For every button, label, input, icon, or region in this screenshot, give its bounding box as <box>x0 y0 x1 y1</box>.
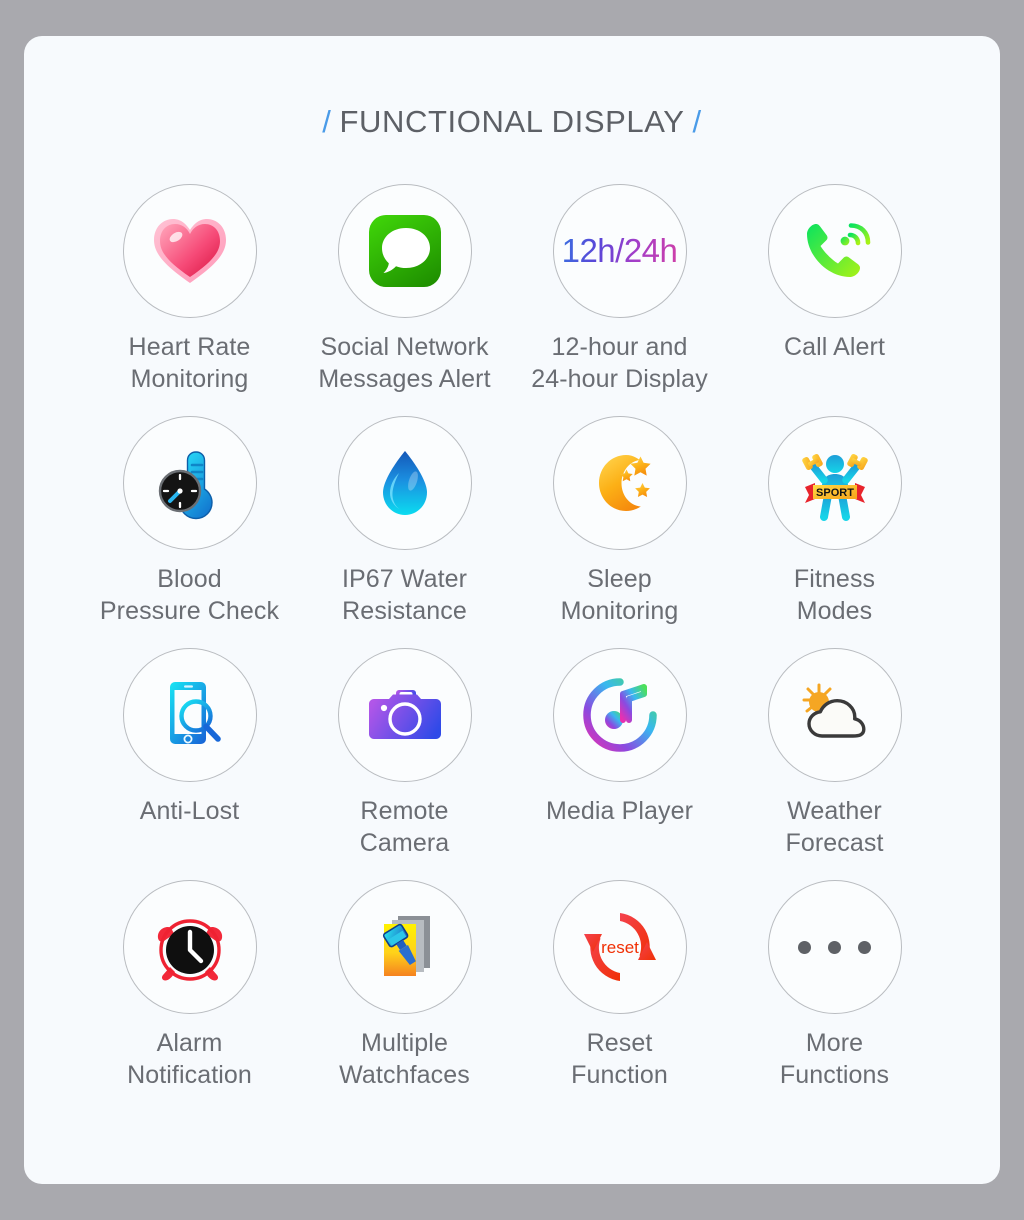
reset-label-text: reset <box>601 938 639 957</box>
phone-call-icon <box>806 223 870 277</box>
feature-label: Sleep Monitoring <box>560 565 679 625</box>
dot <box>828 940 841 954</box>
feature-item-blood-pressure[interactable]: Blood Pressure Check <box>82 416 297 648</box>
icon-circle <box>552 648 687 782</box>
feature-item-more-functions[interactable]: More Functions <box>727 880 942 1112</box>
icon-circle <box>337 880 472 1014</box>
feature-label: Anti-Lost <box>139 797 240 825</box>
icon-circle <box>337 648 472 782</box>
moon-stars-icon <box>598 455 651 511</box>
feature-item-water-resistance[interactable]: IP67 Water Resistance <box>297 416 512 648</box>
feature-label: More Functions <box>779 1029 890 1089</box>
feature-label: 12-hour and 24-hour Display <box>531 333 708 393</box>
feature-label: Alarm Notification <box>127 1029 252 1089</box>
page-title: / FUNCTIONAL DISPLAY / <box>24 104 1000 140</box>
feature-label: Multiple Watchfaces <box>339 1029 470 1089</box>
music-note-ring-icon <box>582 678 657 752</box>
thermometer-gauge-icon <box>158 451 213 520</box>
feature-label: Reset Function <box>571 1029 668 1089</box>
reset-arrows-icon: reset <box>583 913 656 981</box>
dot <box>798 940 811 954</box>
icon-circle <box>552 416 687 550</box>
ellipsis-icon <box>798 940 871 954</box>
heart-icon <box>153 219 226 283</box>
phone-search-icon <box>169 682 221 744</box>
icon-circle: reset <box>552 880 687 1014</box>
title-slash-left: / <box>322 104 332 139</box>
feature-item-reset-function[interactable]: reset Reset Function <box>512 880 727 1112</box>
feature-item-multiple-watchfaces[interactable]: Multiple Watchfaces <box>297 880 512 1112</box>
feature-label: IP67 Water Resistance <box>341 565 468 625</box>
camera-icon <box>368 690 441 739</box>
feature-label: Social Network Messages Alert <box>318 333 491 393</box>
message-bubble-icon <box>368 215 441 287</box>
icon-circle: SPORT <box>767 416 902 550</box>
feature-display-card: / FUNCTIONAL DISPLAY / Heart Rate Monito… <box>24 36 1000 1184</box>
icon-circle <box>767 184 902 318</box>
feature-grid: Heart Rate Monitoring Social Network Mes… <box>24 184 1000 1112</box>
feature-label: Media Player <box>545 797 694 825</box>
feature-item-media-player[interactable]: Media Player <box>512 648 727 880</box>
feature-label: Blood Pressure Check <box>99 565 280 625</box>
feature-item-weather-forecast[interactable]: Weather Forecast <box>727 648 942 880</box>
icon-circle: 12h/24h <box>552 184 687 318</box>
feature-item-call-alert[interactable]: Call Alert <box>727 184 942 416</box>
sport-badge-text: SPORT <box>816 487 854 499</box>
time-format-icon: 12h/24h <box>561 232 678 269</box>
feature-item-social-messages[interactable]: Social Network Messages Alert <box>297 184 512 416</box>
sport-figure-icon: SPORT <box>801 453 868 521</box>
icon-circle <box>122 184 257 318</box>
water-drop-icon <box>382 451 427 515</box>
icon-circle <box>767 880 902 1014</box>
icon-circle <box>122 648 257 782</box>
feature-item-sleep-monitoring[interactable]: Sleep Monitoring <box>512 416 727 648</box>
feature-label: Remote Camera <box>359 797 450 857</box>
feature-item-alarm-notification[interactable]: Alarm Notification <box>82 880 297 1112</box>
icon-circle <box>337 416 472 550</box>
feature-item-anti-lost[interactable]: Anti-Lost <box>82 648 297 880</box>
feature-item-remote-camera[interactable]: Remote Camera <box>297 648 512 880</box>
watchface-brush-icon <box>382 916 430 976</box>
dot <box>858 940 871 954</box>
feature-label: Fitness Modes <box>793 565 876 625</box>
feature-item-time-format[interactable]: 12h/24h 12-hour and 24-hour Display <box>512 184 727 416</box>
title-slash-right: / <box>692 104 702 139</box>
feature-label: Weather Forecast <box>785 797 884 857</box>
icon-circle <box>767 648 902 782</box>
feature-item-heart-rate[interactable]: Heart Rate Monitoring <box>82 184 297 416</box>
sun-cloud-icon <box>802 683 865 738</box>
icon-circle <box>122 880 257 1014</box>
feature-item-fitness-modes[interactable]: SPORT Fitness Modes <box>727 416 942 648</box>
alarm-clock-icon <box>157 919 222 981</box>
title-text: FUNCTIONAL DISPLAY <box>339 104 685 139</box>
feature-label: Call Alert <box>783 333 886 361</box>
icon-circle <box>122 416 257 550</box>
feature-label: Heart Rate Monitoring <box>128 333 251 393</box>
icon-circle <box>337 184 472 318</box>
